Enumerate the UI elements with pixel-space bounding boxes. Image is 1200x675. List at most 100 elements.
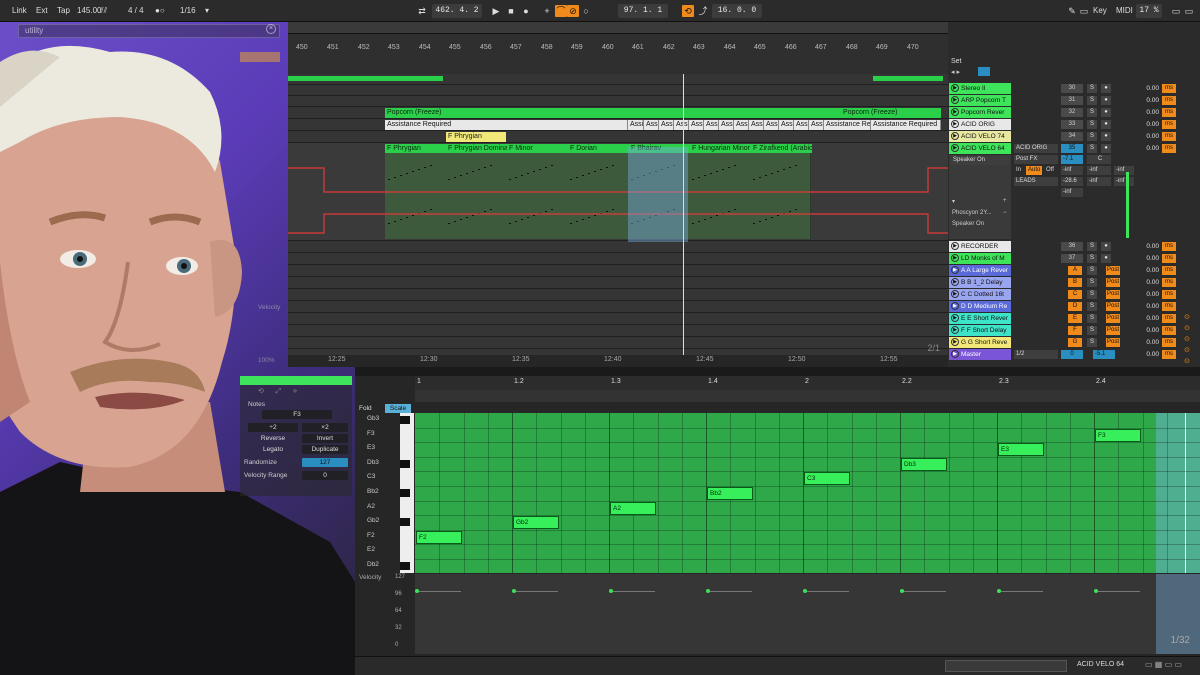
side-toggle-icons[interactable]: ⊙ ⊙ ⊙ ⊙ ⊙ bbox=[1184, 312, 1194, 365]
track-name[interactable]: ▶ E E Short Rever bbox=[949, 313, 1011, 324]
velocity-handle[interactable] bbox=[415, 589, 419, 593]
track-lane[interactable] bbox=[288, 85, 948, 96]
assistance-clip[interactable]: Assi bbox=[764, 120, 779, 130]
time-signature-field[interactable]: 4 / 4 bbox=[128, 4, 144, 18]
solo-button[interactable]: S bbox=[1087, 278, 1097, 287]
track-expanded-panel[interactable]: Speaker On ▾ + Phoscyon 2Y... − Speaker … bbox=[949, 155, 1011, 239]
solo-button[interactable]: S bbox=[1087, 242, 1097, 251]
stop-icon[interactable]: ■ bbox=[505, 5, 517, 17]
reverse-button[interactable]: Reverse bbox=[248, 434, 298, 443]
track-lane-acid-velo-64[interactable]: F Phrygian F Phrygian Domina F Minor F D… bbox=[288, 143, 948, 241]
return-track-header[interactable]: ▶ E E Short Rever E S Post 0.00 ms bbox=[948, 313, 1200, 324]
track-lane[interactable] bbox=[288, 241, 948, 253]
pan-field[interactable]: C bbox=[1087, 155, 1111, 164]
velocity-handle[interactable] bbox=[1094, 589, 1098, 593]
clip-tab-icons[interactable]: ⟲ ⤢ ⟡ bbox=[258, 387, 297, 396]
track-header[interactable]: ▶ ACID VELO 74 34 S ● 0.00 ms bbox=[948, 131, 1200, 142]
velocity-handle[interactable] bbox=[609, 589, 613, 593]
track-volume[interactable]: 0.00 bbox=[1135, 338, 1159, 347]
monitor-menu[interactable]: Speaker On bbox=[951, 156, 1009, 165]
black-key[interactable] bbox=[400, 416, 410, 424]
track-header[interactable]: ▶ LD Monks of M 37 S ● 0.00 ms bbox=[948, 253, 1200, 264]
delay-unit[interactable]: ms bbox=[1162, 350, 1176, 359]
track-lane[interactable] bbox=[288, 301, 948, 313]
arm-button[interactable]: ● bbox=[1101, 242, 1111, 251]
track-volume[interactable]: 0.00 bbox=[1135, 96, 1159, 105]
popcorn-freeze-clip[interactable]: Popcorn (Freeze) bbox=[385, 108, 841, 118]
set-edit-icon[interactable] bbox=[978, 67, 990, 76]
delay-unit[interactable]: ms bbox=[1162, 108, 1176, 117]
arrangement-view[interactable]: 450 451 452 453 454 455 456 457 458 459 … bbox=[288, 22, 948, 367]
post-button[interactable]: Post bbox=[1106, 314, 1120, 323]
track-lane[interactable] bbox=[288, 325, 948, 337]
delay-unit[interactable]: ms bbox=[1162, 326, 1176, 335]
link-button[interactable]: Link bbox=[12, 4, 27, 18]
solo-button[interactable]: S bbox=[1087, 120, 1097, 129]
delay-unit[interactable]: ms bbox=[1162, 254, 1176, 263]
quantize-chevron-icon[interactable]: ▾ bbox=[205, 4, 209, 18]
track-name[interactable]: ▶ D D Medium Re bbox=[949, 301, 1011, 312]
track-name[interactable]: ▶ ARP Popcorn T bbox=[949, 95, 1011, 106]
note-grid[interactable]: F2 Gb2 A2 Bb2 C3 Db3 E3 F3 bbox=[415, 413, 1200, 573]
post-button[interactable]: Post bbox=[1106, 326, 1120, 335]
input-channel-menu[interactable]: Post FX bbox=[1014, 155, 1058, 164]
delay-unit[interactable]: ms bbox=[1162, 314, 1176, 323]
play-icon[interactable]: ▶ bbox=[951, 350, 959, 358]
play-icon[interactable]: ▶ bbox=[951, 120, 959, 128]
post-button[interactable]: Post bbox=[1106, 290, 1120, 299]
ext-button[interactable]: Ext bbox=[36, 4, 48, 18]
clip-overview-scroll[interactable] bbox=[945, 660, 1067, 672]
arm-button[interactable]: ● bbox=[1101, 254, 1111, 263]
midi-note[interactable]: E3 bbox=[998, 443, 1044, 457]
track-volume[interactable]: 0.00 bbox=[1135, 278, 1159, 287]
track-volume[interactable]: 0.00 bbox=[1135, 326, 1159, 335]
midi-note[interactable]: F3 bbox=[1095, 428, 1141, 442]
play-icon[interactable]: ▶ bbox=[951, 254, 959, 262]
play-icon[interactable]: ▶ bbox=[951, 242, 959, 250]
track-header[interactable]: ▶ RECORDER 36 S ● 0.00 ms bbox=[948, 241, 1200, 252]
popcorn-freeze-clip[interactable]: Popcorn (Freeze) bbox=[841, 108, 941, 118]
delay-unit[interactable]: ms bbox=[1162, 290, 1176, 299]
play-icon[interactable]: ▶ bbox=[951, 132, 959, 140]
playhead[interactable] bbox=[683, 74, 684, 357]
master-cue-field[interactable]: 0 bbox=[1061, 350, 1083, 359]
delay-unit[interactable]: ms bbox=[1162, 338, 1176, 347]
velocity-handle[interactable] bbox=[803, 589, 807, 593]
automation-arm-icon[interactable]: ⌒ bbox=[555, 5, 567, 17]
track-volume[interactable]: 0.00 bbox=[1135, 302, 1159, 311]
track-name[interactable]: ▶ F F Short Delay bbox=[949, 325, 1011, 336]
midi-note[interactable]: Gb2 bbox=[513, 516, 559, 530]
output-menu[interactable]: LEADS bbox=[1014, 177, 1058, 186]
velocity-handle[interactable] bbox=[997, 589, 1001, 593]
track-volume[interactable]: 0.00 bbox=[1135, 144, 1159, 153]
play-icon[interactable]: ▶ bbox=[490, 5, 502, 17]
fold-button[interactable]: Fold bbox=[359, 404, 381, 413]
solo-button[interactable]: S bbox=[1087, 326, 1097, 335]
master-volume-field[interactable]: -5.1 bbox=[1093, 350, 1115, 359]
track-header[interactable]: ▶ ARP Popcorn T 31 S ● 0.00 ms bbox=[948, 95, 1200, 106]
draw-mode-icon[interactable]: ✎ bbox=[1066, 5, 1078, 17]
midi-from-menu[interactable]: ACID ORIG bbox=[1014, 144, 1058, 153]
midi-loop-bar[interactable] bbox=[415, 390, 1200, 402]
track-name[interactable]: ▶ Master bbox=[949, 349, 1011, 360]
play-icon[interactable]: ▶ bbox=[951, 144, 959, 152]
black-key[interactable] bbox=[400, 459, 410, 468]
solo-button[interactable]: S bbox=[1087, 132, 1097, 141]
play-icon[interactable]: ▶ bbox=[951, 314, 959, 322]
track-lane[interactable] bbox=[288, 96, 948, 107]
loop-switch-icon[interactable]: ⟲ bbox=[682, 5, 694, 17]
play-icon[interactable]: ▶ bbox=[951, 278, 959, 286]
track-volume[interactable]: 0.00 bbox=[1135, 108, 1159, 117]
track-lane[interactable] bbox=[288, 253, 948, 265]
key-map-button[interactable]: Key bbox=[1093, 4, 1107, 18]
tempo-field[interactable]: 145.00 bbox=[77, 4, 101, 18]
assistance-clip[interactable]: Assistance Required bbox=[385, 120, 628, 130]
play-icon[interactable]: ▶ bbox=[951, 108, 959, 116]
return-track-header[interactable]: ▶ C C Dotted 16t C S Post 0.00 ms bbox=[948, 289, 1200, 300]
solo-button[interactable]: S bbox=[1087, 338, 1097, 347]
midi-note[interactable]: Db3 bbox=[901, 457, 947, 471]
track-volume[interactable]: 0.00 bbox=[1135, 350, 1159, 359]
assistance-clip[interactable]: Assi bbox=[659, 120, 674, 130]
status-view-icons[interactable]: ▭ ▦ ▭ ▭ bbox=[1145, 660, 1182, 669]
arrangement-overview[interactable] bbox=[288, 22, 948, 34]
